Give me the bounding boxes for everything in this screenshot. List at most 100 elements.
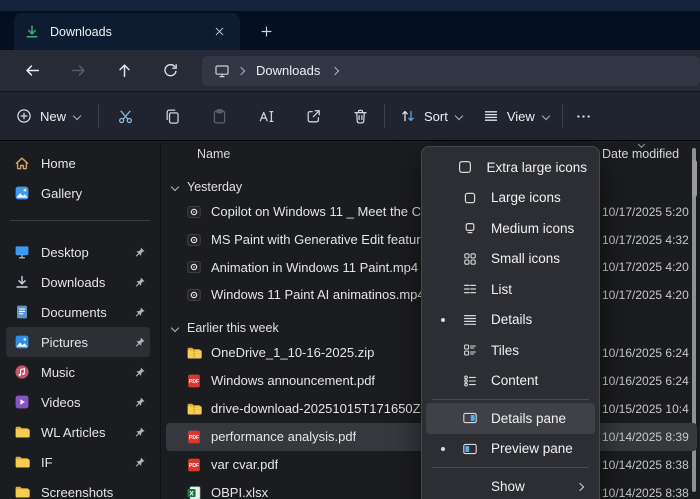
group-label: Earlier this week <box>187 321 279 335</box>
menu-item-tiles[interactable]: Tiles <box>426 335 595 366</box>
menu-separator <box>432 467 589 468</box>
menu-item-label: Medium icons <box>491 221 587 236</box>
cut-icon[interactable] <box>116 107 134 125</box>
sidebar-item-downloads[interactable]: Downloads <box>6 267 150 297</box>
menu-item-large-icons[interactable]: Large icons <box>426 183 595 214</box>
file-date-modified: 10/17/2025 4:20 <box>602 288 697 302</box>
menu-separator <box>432 399 589 400</box>
folder-icon <box>14 484 30 499</box>
lg-icons-icon <box>462 190 478 206</box>
view-lines-icon <box>483 108 499 124</box>
back-icon[interactable] <box>22 61 42 81</box>
sort-button[interactable]: Sort <box>400 108 462 124</box>
menu-item-content[interactable]: Content <box>426 366 595 397</box>
toolbar-separator <box>562 104 563 128</box>
video-file-icon <box>186 259 202 275</box>
close-tab-icon[interactable] <box>208 21 230 43</box>
selected-bullet-icon <box>434 318 452 322</box>
pin-icon <box>133 426 146 439</box>
xl-icons-icon <box>457 159 473 175</box>
menu-item-label: List <box>491 282 587 297</box>
menu-item-label: Preview pane <box>491 441 587 456</box>
rename-icon[interactable] <box>257 107 275 125</box>
breadcrumb-downloads[interactable]: Downloads <box>256 63 320 78</box>
tiles-view-icon <box>462 342 478 358</box>
menu-item-show[interactable]: Show <box>426 471 595 499</box>
sm-icons-icon <box>462 251 478 267</box>
file-list-scrollbar[interactable] <box>692 160 697 197</box>
menu-item-label: Content <box>491 373 587 388</box>
menu-item-list[interactable]: List <box>426 274 595 305</box>
sort-button-label: Sort <box>424 109 448 124</box>
menu-item-label: Details <box>491 312 587 327</box>
menu-item-label: Small icons <box>491 251 587 266</box>
icon-slot <box>462 478 478 494</box>
submenu-chevron-icon <box>577 477 583 495</box>
menu-item-extra-large-icons[interactable]: Extra large icons <box>426 152 595 183</box>
pdf-file-icon: PDF <box>186 373 202 389</box>
sidebar-item-home[interactable]: Home <box>6 148 150 178</box>
forward-icon[interactable] <box>68 61 88 81</box>
details-pane-icon <box>462 410 478 426</box>
pdf-file-icon: PDF <box>186 457 202 473</box>
new-tab-icon[interactable] <box>254 19 278 43</box>
video-file-icon <box>186 287 202 303</box>
music-icon <box>14 364 30 380</box>
new-button[interactable]: New <box>16 108 80 124</box>
breadcrumb-chevron-icon <box>331 66 339 74</box>
address-bar[interactable]: Downloads <box>202 56 700 86</box>
tab-title: Downloads <box>50 25 208 39</box>
sidebar-item-videos[interactable]: Videos <box>6 387 150 417</box>
menu-item-label: Show <box>491 479 577 494</box>
menu-item-details-pane[interactable]: Details pane <box>426 403 595 434</box>
delete-icon[interactable] <box>351 107 369 125</box>
view-button[interactable]: View <box>483 108 549 124</box>
download-icon <box>24 24 40 40</box>
command-toolbar: New Sort <box>0 92 700 141</box>
refresh-icon[interactable] <box>160 61 180 81</box>
sidebar-item-gallery[interactable]: Gallery <box>6 178 150 208</box>
menu-item-small-icons[interactable]: Small icons <box>426 244 595 275</box>
this-pc-icon[interactable] <box>214 63 230 79</box>
more-options-icon[interactable] <box>575 107 593 125</box>
sort-arrows-icon <box>400 108 416 124</box>
menu-item-label: Details pane <box>491 411 587 426</box>
pin-icon <box>133 456 146 469</box>
sidebar-item-desktop[interactable]: Desktop <box>6 237 150 267</box>
sidebar-item-label: Documents <box>41 305 122 320</box>
group-label: Yesterday <box>187 180 242 194</box>
menu-item-details[interactable]: Details <box>426 305 595 336</box>
column-header-name[interactable]: Name <box>197 147 230 161</box>
file-name: performance analysis.pdf <box>211 429 356 444</box>
sidebar-item-pictures[interactable]: Pictures <box>6 327 150 357</box>
video-file-icon <box>186 232 202 248</box>
list-view-icon <box>462 281 478 297</box>
file-name: Windows 11 Paint AI animatinos.mp4 <box>211 287 425 302</box>
pin-icon <box>133 246 146 259</box>
share-icon[interactable] <box>304 107 322 125</box>
tab-downloads[interactable]: Downloads <box>14 13 240 50</box>
file-date-modified: 10/16/2025 6:24 <box>602 346 697 360</box>
documents-icon <box>14 304 30 320</box>
sidebar-item-documents[interactable]: Documents <box>6 297 150 327</box>
sidebar-item-music[interactable]: Music <box>6 357 150 387</box>
sidebar-item-if[interactable]: IF <box>6 447 150 477</box>
sidebar-item-label: WL Articles <box>41 425 122 440</box>
menu-item-preview-pane[interactable]: Preview pane <box>426 434 595 465</box>
menu-item-medium-icons[interactable]: Medium icons <box>426 213 595 244</box>
md-icons-icon <box>462 220 478 236</box>
sidebar-item-label: IF <box>41 455 122 470</box>
navigation-bar: Downloads <box>0 50 700 92</box>
chevron-down-icon <box>171 183 179 191</box>
file-name: Windows announcement.pdf <box>211 373 375 388</box>
paste-icon[interactable] <box>210 107 228 125</box>
copy-icon[interactable] <box>163 107 181 125</box>
up-icon[interactable] <box>114 61 134 81</box>
new-button-label: New <box>40 109 66 124</box>
downloads-icon <box>14 274 30 290</box>
column-header-date-modified[interactable]: Date modified <box>602 147 679 161</box>
svg-text:X: X <box>189 490 194 497</box>
folder-icon <box>14 454 30 470</box>
sidebar-item-wl-articles[interactable]: WL Articles <box>6 417 150 447</box>
sidebar-item-screenshots[interactable]: Screenshots <box>6 477 150 499</box>
